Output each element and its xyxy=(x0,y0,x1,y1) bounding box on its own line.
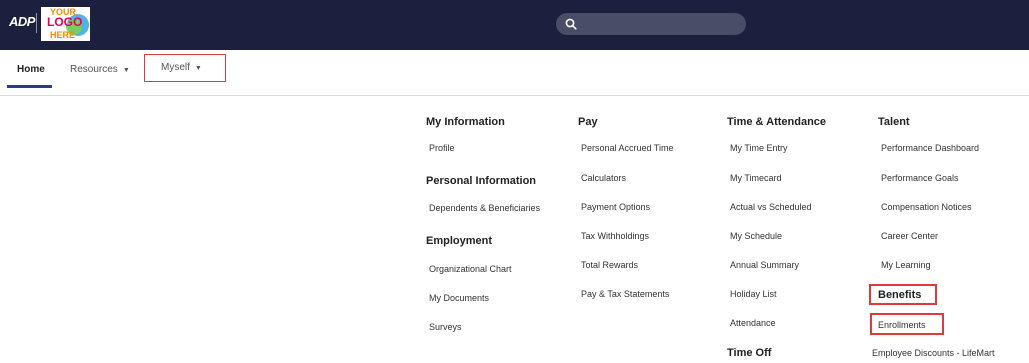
menu-item-actual-vs-scheduled[interactable]: Actual vs Scheduled xyxy=(730,202,812,212)
menu-heading-personal-information: Personal Information xyxy=(426,175,537,187)
menu-item-performance-goals[interactable]: Performance Goals xyxy=(881,173,959,183)
menu-item-dependents-beneficiaries[interactable]: Dependents & Beneficiaries xyxy=(429,203,540,213)
menu-item-organizational-chart[interactable]: Organizational Chart xyxy=(429,264,512,274)
menu-item-profile[interactable]: Profile xyxy=(429,143,455,153)
menu-item-attendance[interactable]: Attendance xyxy=(730,318,776,328)
menu-item-calculators[interactable]: Calculators xyxy=(581,173,626,183)
menu-item-payment-options[interactable]: Payment Options xyxy=(581,202,650,212)
menu-item-personal-accrued-time[interactable]: Personal Accrued Time xyxy=(581,143,674,153)
menu-item-employee-discounts-lifemart[interactable]: Employee Discounts - LifeMart xyxy=(872,348,995,358)
menu-item-my-time-entry[interactable]: My Time Entry xyxy=(730,143,788,153)
menu-heading-my-information: My Information xyxy=(426,116,505,128)
company-logo-text: YOUR LOGO HERE xyxy=(47,7,83,40)
search-bar[interactable] xyxy=(556,13,746,35)
menu-heading-time-attendance: Time & Attendance xyxy=(727,116,827,128)
menu-item-pay-tax-statements[interactable]: Pay & Tax Statements xyxy=(581,289,669,299)
menu-heading-benefits: Benefits xyxy=(878,289,922,301)
nav-resources-label: Resources xyxy=(70,64,118,75)
chevron-down-icon: ▼ xyxy=(194,65,202,72)
menu-heading-pay: Pay xyxy=(578,116,598,128)
chevron-down-icon: ▼ xyxy=(122,67,130,74)
menu-heading-time-off: Time Off xyxy=(727,347,772,359)
menu-item-total-rewards[interactable]: Total Rewards xyxy=(581,260,638,270)
menu-heading-talent: Talent xyxy=(878,116,910,128)
menu-item-my-documents[interactable]: My Documents xyxy=(429,293,489,303)
main-nav: Home Resources ▼ Myself ▼ xyxy=(0,50,1029,96)
active-tab-indicator xyxy=(7,85,52,88)
nav-home-label: Home xyxy=(17,64,45,75)
nav-myself[interactable]: Myself ▼ xyxy=(144,54,226,82)
menu-heading-employment: Employment xyxy=(426,235,493,247)
adp-logo[interactable]: ADP xyxy=(9,13,35,31)
nav-resources[interactable]: Resources ▼ xyxy=(70,50,130,92)
menu-item-performance-dashboard[interactable]: Performance Dashboard xyxy=(881,143,979,153)
menu-item-my-learning[interactable]: My Learning xyxy=(881,260,931,270)
menu-item-my-schedule[interactable]: My Schedule xyxy=(730,231,782,241)
company-logo[interactable]: YOUR LOGO HERE xyxy=(41,7,90,41)
top-header: ADP YOUR LOGO HERE xyxy=(0,0,1029,50)
menu-item-surveys[interactable]: Surveys xyxy=(429,322,462,332)
menu-item-tax-withholdings[interactable]: Tax Withholdings xyxy=(581,231,649,241)
search-icon xyxy=(565,18,577,30)
menu-item-my-timecard[interactable]: My Timecard xyxy=(730,173,782,183)
menu-item-holiday-list[interactable]: Holiday List xyxy=(730,289,777,299)
menu-item-enrollments[interactable]: Enrollments xyxy=(878,320,926,330)
menu-item-compensation-notices[interactable]: Compensation Notices xyxy=(881,202,972,212)
menu-item-career-center[interactable]: Career Center xyxy=(881,231,938,241)
nav-myself-label: Myself xyxy=(161,62,190,73)
logo-divider xyxy=(36,13,37,33)
menu-item-annual-summary[interactable]: Annual Summary xyxy=(730,260,799,270)
